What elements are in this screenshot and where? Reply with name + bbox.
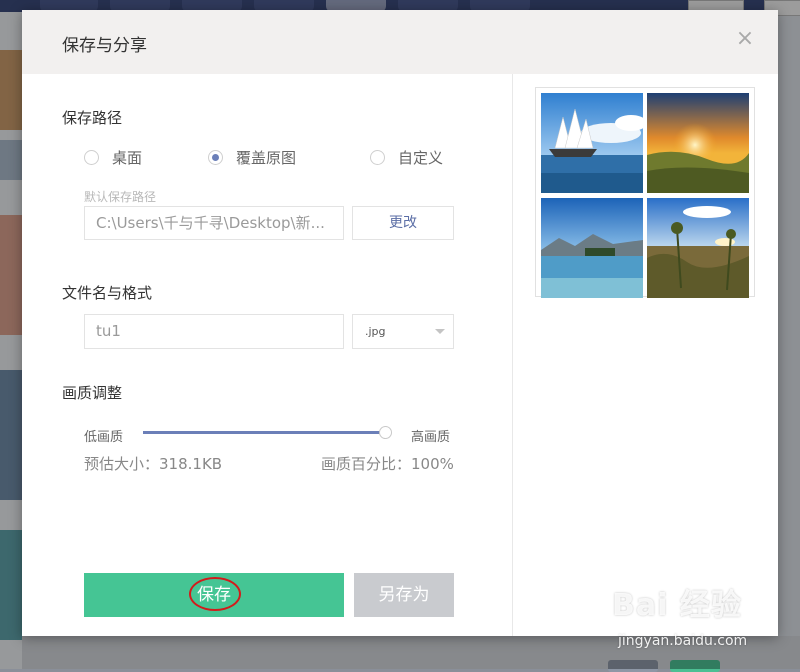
default-path-hint: 默认保存路径 bbox=[84, 190, 157, 204]
preview-photo-sunset bbox=[647, 93, 749, 193]
quality-percent: 画质百分比：100% bbox=[321, 455, 454, 473]
format-select-value: .jpg bbox=[365, 325, 386, 338]
radio-custom-label: 自定义 bbox=[398, 149, 444, 167]
filename-format-label: 文件名与格式 bbox=[62, 284, 153, 302]
save-path-field[interactable]: C:\Users\千与千寻\Desktop\新... bbox=[84, 206, 344, 240]
format-select[interactable]: .jpg bbox=[352, 314, 454, 349]
high-quality-label: 高画质 bbox=[411, 430, 451, 445]
save-as-button[interactable]: 另存为 bbox=[354, 573, 454, 617]
highlight-circle bbox=[189, 577, 241, 611]
preview-photo-lake bbox=[541, 198, 643, 298]
low-quality-label: 低画质 bbox=[84, 430, 124, 445]
radio-desktop[interactable]: 桌面 bbox=[84, 147, 142, 168]
radio-circle[interactable] bbox=[370, 150, 385, 165]
radio-overwrite-original[interactable]: 覆盖原图 bbox=[208, 147, 296, 168]
save-share-dialog: 保存与分享 × 保存路径 桌面 覆盖原图 自定义 默认保存路径 C:\Users… bbox=[22, 10, 778, 636]
size-estimate: 预估大小：318.1KB bbox=[84, 455, 223, 473]
quality-slider-track[interactable] bbox=[143, 431, 386, 434]
panel-divider bbox=[512, 74, 513, 636]
baidu-jingyan-watermark: Bai 经验 bbox=[612, 588, 742, 623]
quality-label: 画质调整 bbox=[62, 384, 123, 402]
change-path-button[interactable]: 更改 bbox=[352, 206, 454, 240]
dialog-header: 保存与分享 × bbox=[22, 10, 778, 74]
preview-photo-grassland bbox=[647, 198, 749, 298]
preview-photo-sailing-ship bbox=[541, 93, 643, 193]
dialog-title: 保存与分享 bbox=[62, 36, 147, 56]
save-button[interactable]: 保存 bbox=[84, 573, 344, 617]
radio-desktop-label: 桌面 bbox=[112, 149, 143, 167]
close-icon[interactable]: × bbox=[734, 28, 756, 50]
image-preview bbox=[535, 87, 755, 298]
chevron-down-icon bbox=[435, 329, 445, 334]
radio-custom[interactable]: 自定义 bbox=[370, 147, 443, 168]
radio-circle-checked[interactable] bbox=[208, 150, 223, 165]
radio-circle[interactable] bbox=[84, 150, 99, 165]
filename-input[interactable]: tu1 bbox=[84, 314, 344, 349]
watermark-url: jingyan.baidu.com bbox=[618, 633, 748, 649]
save-path-label: 保存路径 bbox=[62, 109, 123, 127]
quality-slider-handle[interactable] bbox=[379, 426, 392, 439]
radio-overwrite-label: 覆盖原图 bbox=[236, 149, 297, 167]
